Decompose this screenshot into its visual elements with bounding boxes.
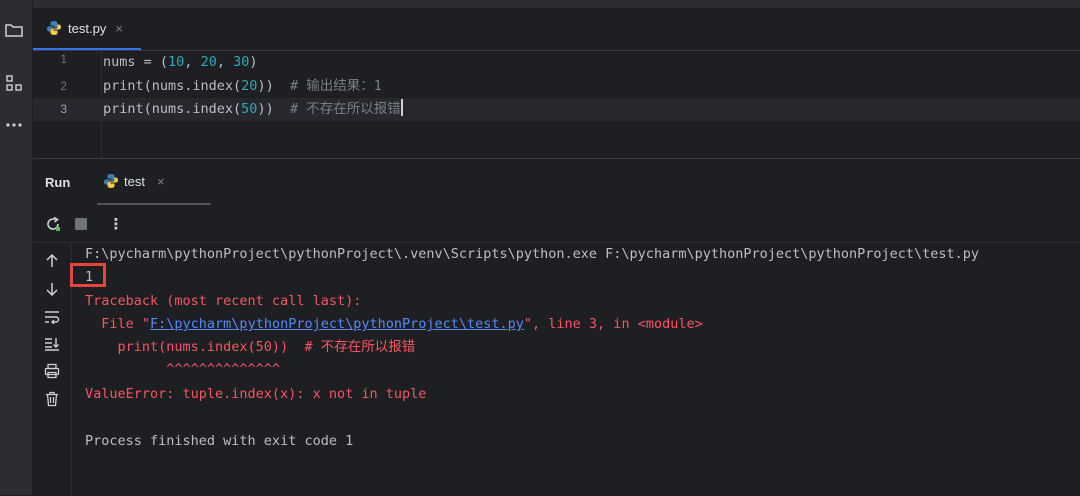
python-run-icon [104, 174, 118, 188]
line-number: 2 [60, 79, 67, 93]
run-tab-label: test [124, 173, 145, 189]
line-number: 1 [60, 52, 67, 66]
error-message: ValueError: tuple.index(x): x not in tup… [85, 386, 427, 402]
run-toolbar: ⋮ [33, 206, 1080, 243]
code-editor: test.py × 1 2 3 nums = (10, 20, 30) prin… [33, 0, 1080, 158]
code-token: 30 [233, 54, 250, 70]
console-actions [33, 243, 72, 496]
code-token: , [184, 54, 201, 70]
code-token: print(nums.index( [103, 78, 242, 94]
code-token: 50 [241, 101, 258, 117]
gutter-divider [101, 51, 102, 158]
python-file-icon [47, 21, 61, 35]
code-token: 20 [200, 54, 217, 70]
print-icon[interactable] [40, 359, 64, 383]
clear-all-icon[interactable] [40, 387, 64, 411]
traceback-file-line: File "F:\pycharm\pythonProject\pythonPro… [85, 313, 703, 335]
arrow-down-icon[interactable] [40, 277, 64, 301]
code-line[interactable]: print(nums.index(20)) # 输出结果：1 [103, 75, 382, 98]
file-suffix: ", line 3, in <module> [523, 316, 703, 332]
code-token: 10 [168, 54, 185, 70]
soft-wrap-icon[interactable] [40, 305, 64, 329]
run-title: Run [45, 175, 71, 190]
more-options-icon[interactable]: ⋮ [104, 212, 128, 236]
tool-window-strip [0, 0, 33, 495]
stop-icon[interactable] [69, 212, 93, 236]
structure-icon[interactable] [0, 69, 28, 97]
file-link[interactable]: F:\pycharm\pythonProject\pythonProject\t… [150, 316, 524, 332]
run-tool-window: Run test × ⋮ F:\pycharm\pythonProject\py… [33, 158, 1080, 496]
traceback-code-line: print(nums.index(50)) # 不存在所以报错 [85, 339, 416, 355]
code-token: # 输出结果：1 [289, 78, 382, 94]
traceback-header: Traceback (most recent call last): [85, 293, 362, 309]
close-icon[interactable]: × [157, 174, 165, 189]
run-tab-test[interactable]: test × [97, 159, 211, 205]
rerun-icon[interactable] [41, 212, 65, 236]
editor-tab-bar: test.py × [33, 0, 1080, 51]
code-token: ) [249, 54, 258, 70]
folder-icon[interactable] [0, 16, 28, 44]
line-number: 3 [60, 102, 67, 116]
scroll-to-end-icon[interactable] [40, 332, 64, 356]
close-icon[interactable]: × [115, 21, 123, 36]
tab-test-py[interactable]: test.py × [33, 8, 141, 50]
run-header: Run test × [33, 159, 1080, 205]
code-token: )) [257, 101, 290, 117]
code-line[interactable]: print(nums.index(50)) # 不存在所以报错 [103, 98, 403, 121]
code-line[interactable]: nums = (10, 20, 30) [103, 51, 258, 74]
code-token: 20 [241, 78, 258, 94]
code-token: nums = ( [103, 54, 169, 70]
code-token: print(nums.index( [103, 101, 242, 117]
process-finished: Process finished with exit code 1 [85, 433, 354, 449]
console-output[interactable]: F:\pycharm\pythonProject\pythonProject\.… [85, 243, 1075, 496]
line-number-gutter: 1 2 3 [33, 51, 101, 158]
text-caret [400, 99, 403, 116]
code-token: , [216, 54, 234, 70]
file-prefix: File " [85, 316, 151, 332]
code-token: )) [257, 78, 290, 94]
code-token: # 不存在所以报错 [289, 101, 401, 117]
tab-label: test.py [68, 20, 107, 36]
highlight-box [70, 263, 106, 287]
arrow-up-icon[interactable] [40, 249, 64, 273]
title-strip [33, 0, 1080, 8]
traceback-carets: ^^^^^^^^^^^^^^ [85, 361, 281, 377]
command-line: F:\pycharm\pythonProject\pythonProject\.… [85, 246, 980, 262]
more-tools-icon[interactable] [0, 111, 28, 139]
